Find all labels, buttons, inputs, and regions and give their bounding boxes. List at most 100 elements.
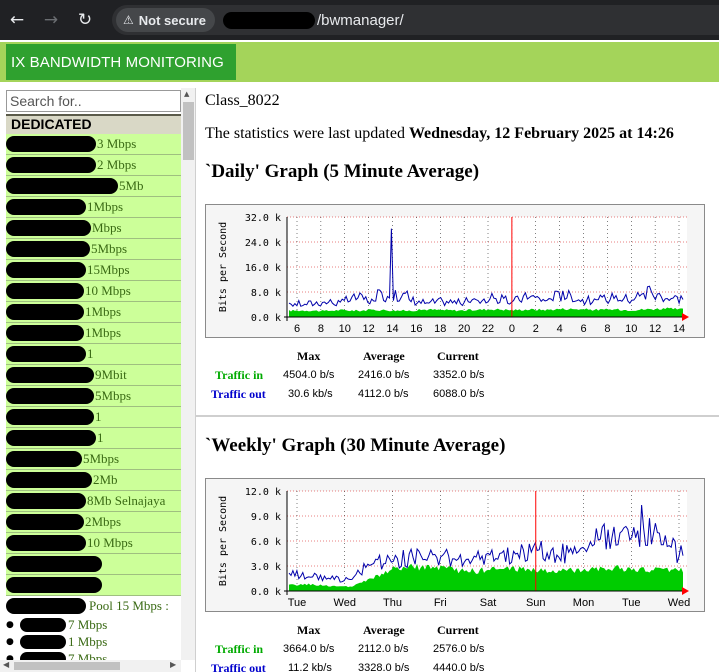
sidebar-item-label: 1Mbps <box>87 199 124 214</box>
pool-item[interactable]: ● 7 Mbps <box>6 617 181 634</box>
sidebar-item[interactable]: 15Mbps <box>6 260 181 281</box>
traffic-out-average: 4112.0 b/s <box>358 388 409 400</box>
x-tick-label: Tue <box>622 597 641 609</box>
stats-average-header: Average <box>363 349 405 363</box>
sidebar-item[interactable] <box>6 575 181 596</box>
pool-header[interactable]: Pool 15 Mbps : <box>6 596 181 617</box>
sidebar-item[interactable]: 1Mbps <box>6 197 181 218</box>
redacted-name <box>6 472 92 488</box>
redacted-name <box>6 451 82 467</box>
security-indicator[interactable]: ⚠ Not secure <box>116 8 215 32</box>
scroll-right-icon[interactable]: ▶ <box>170 660 176 669</box>
address-bar[interactable]: ⚠ Not secure /bwmanager/ <box>112 5 719 35</box>
redacted-name <box>6 325 84 341</box>
x-tick-label: Thu <box>383 597 402 609</box>
x-tick-label: Wed <box>334 597 356 609</box>
updated-value: Wednesday, 12 February 2025 at 14:26 <box>408 125 674 142</box>
sidebar-item[interactable]: 10 Mbps <box>6 533 181 554</box>
x-tick-label: 18 <box>434 323 446 335</box>
x-tick-label: Mon <box>573 597 594 609</box>
sidebar-item[interactable]: Mbps <box>6 218 181 239</box>
sidebar-item[interactable]: 5Mbps <box>6 386 181 407</box>
sidebar-item[interactable]: 1 <box>6 407 181 428</box>
x-tick-label: 0 <box>509 323 515 335</box>
traffic-in-current: 2576.0 b/s <box>433 643 485 655</box>
security-label: Not secure <box>138 12 206 28</box>
redacted-name <box>6 136 96 152</box>
last-updated: The statistics were last updated Wednesd… <box>205 125 674 143</box>
bullet-icon: ● <box>6 637 14 647</box>
sidebar-item[interactable]: 1Mbps <box>6 323 181 344</box>
sidebar-item[interactable]: 3 Mbps <box>6 134 181 155</box>
sidebar-item[interactable]: 9Mbit <box>6 365 181 386</box>
section-divider <box>195 415 719 417</box>
sidebar-item-label: 9Mbit <box>95 367 127 382</box>
scroll-left-icon[interactable]: ◀ <box>3 660 9 669</box>
sidebar-item-label: 10 Mbps <box>87 535 133 550</box>
y-tick-label: 0.0 k <box>251 313 281 324</box>
daily-stats: Max Average Current Traffic in 4504.0 b/… <box>205 348 505 408</box>
redacted-name <box>20 635 66 649</box>
redacted-name <box>6 220 91 236</box>
x-tick-label: 8 <box>604 323 610 335</box>
sidebar-item[interactable]: 5Mbps <box>6 449 181 470</box>
redacted-name <box>6 304 84 320</box>
stats-average-header: Average <box>363 623 405 637</box>
traffic-in-label: Traffic in <box>215 642 264 656</box>
x-tick-label: 12 <box>363 323 375 335</box>
sidebar-item[interactable]: 1 <box>6 428 181 449</box>
redacted-host <box>222 11 315 29</box>
pool-item[interactable]: ● 1 Mbps <box>6 634 181 651</box>
sidebar-item-label: 1 <box>97 430 104 445</box>
sidebar-item[interactable]: 2Mbps <box>6 512 181 533</box>
weekly-chart: 0.0 k 3.0 k 6.0 k 9.0 k 12.0 k Tue Wed Thu Fri Sa… <box>218 487 690 609</box>
sidebar-item[interactable] <box>6 554 181 575</box>
search-input[interactable] <box>6 90 181 112</box>
x-tick-label: 14 <box>386 323 398 335</box>
vertical-scrollbar[interactable] <box>181 88 195 660</box>
sidebar-item[interactable]: 5Mb <box>6 176 181 197</box>
sidebar-item[interactable]: 1 <box>6 344 181 365</box>
redacted-name <box>6 283 84 299</box>
vertical-scroll-thumb[interactable] <box>183 102 194 160</box>
traffic-out-label: Traffic out <box>211 387 266 401</box>
redacted-name <box>6 556 102 572</box>
scroll-up-icon[interactable]: ▲ <box>184 90 189 98</box>
x-tick-label: Wed <box>668 597 690 609</box>
horizontal-scroll-thumb[interactable] <box>14 662 120 670</box>
sidebar-item[interactable]: 5Mbps <box>6 239 181 260</box>
sidebar: DEDICATED 3 Mbps 2 Mbps 5Mb 1Mbps Mbps 5Mbps 1… <box>0 88 196 672</box>
redacted-name <box>6 157 96 173</box>
x-tick-label: 22 <box>482 323 494 335</box>
sidebar-item[interactable]: 10 Mbps <box>6 281 181 302</box>
traffic-in-max: 3664.0 b/s <box>283 643 335 655</box>
y-tick-label: 24.0 k <box>245 238 281 249</box>
forward-icon[interactable]: → <box>34 0 68 40</box>
redacted-name <box>20 618 66 632</box>
back-icon[interactable]: ← <box>0 0 34 40</box>
header-band: IX BANDWIDTH MONITORING <box>0 42 719 82</box>
page-title: IX BANDWIDTH MONITORING <box>6 44 236 80</box>
sidebar-item-label: 2Mbps <box>85 514 122 529</box>
x-tick-label: 10 <box>339 323 351 335</box>
warning-icon: ⚠ <box>123 13 134 27</box>
x-tick-label: 16 <box>410 323 422 335</box>
y-tick-label: 12.0 k <box>245 487 281 498</box>
redacted-name <box>6 178 118 194</box>
sidebar-item[interactable]: 2 Mbps <box>6 155 181 176</box>
redacted-name <box>6 430 96 446</box>
sidebar-item[interactable]: 8Mb Selnajaya <box>6 491 181 512</box>
redacted-name <box>6 262 86 278</box>
x-tick-label: 14 <box>673 323 685 335</box>
sidebar-item-label: 1Mbps <box>85 304 122 319</box>
pool-item-label: 1 Mbps <box>68 634 108 649</box>
daily-graph: 0.0 k 8.0 k 16.0 k 24.0 k 32.0 k 6 8 10 12 14 16 18… <box>205 204 705 338</box>
sidebar-item[interactable]: 1Mbps <box>6 302 181 323</box>
reload-icon[interactable]: ↻ <box>68 0 102 40</box>
stats-max-header: Max <box>297 623 321 637</box>
x-tick-label: 4 <box>557 323 563 335</box>
section-title: DEDICATED <box>6 114 181 134</box>
sidebar-item[interactable]: 2Mb <box>6 470 181 491</box>
traffic-out-max: 30.6 kb/s <box>288 388 333 400</box>
traffic-in-current: 3352.0 b/s <box>433 369 485 381</box>
